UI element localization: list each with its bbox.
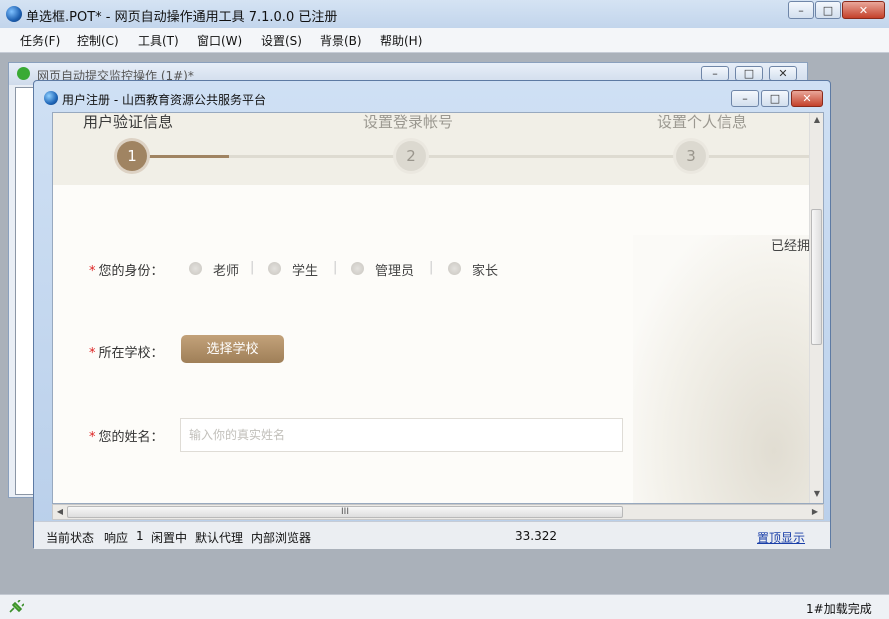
school-label-row: * 所在学校： (89, 342, 164, 361)
select-school-button[interactable]: 选择学校 (181, 335, 284, 363)
register-dialog: 用户注册 - 山西教育资源公共服务平台 – □ ✕ 用户验证信息 设置登录帐号 … (33, 80, 831, 549)
required-mark: * (89, 264, 96, 279)
web-content: 用户验证信息 设置登录帐号 设置个人信息 1 2 3 已经拥 * 您的身份： 老师… (52, 112, 824, 504)
vertical-scrollbar[interactable]: ▲ ▼ (809, 113, 823, 503)
decorative-background (633, 235, 809, 503)
registration-steps: 用户验证信息 设置登录帐号 设置个人信息 1 2 3 (53, 113, 809, 185)
dialog-minimize-button[interactable]: – (731, 90, 759, 107)
monitor-list[interactable] (15, 87, 35, 495)
step-progress (133, 155, 229, 158)
option-separator: | (250, 260, 255, 275)
menu-settings[interactable]: 设置(S) (261, 32, 302, 49)
scroll-up-icon[interactable]: ▲ (810, 113, 823, 127)
identity-label-row: * 您的身份： (89, 260, 164, 279)
app-titlebar: 单选框.POT* - 网页自动操作通用工具 7.1.0.0 已注册 – □ ✕ (0, 0, 889, 29)
radio-admin-label[interactable]: 管理员 (375, 260, 414, 279)
already-have-account-text: 已经拥 (771, 239, 811, 254)
menu-window[interactable]: 窗口(W) (197, 32, 242, 49)
scroll-right-icon[interactable]: ▶ (808, 505, 822, 519)
radio-teacher[interactable] (189, 262, 202, 275)
maximize-button[interactable]: □ (815, 1, 841, 19)
step-2-circle: 2 (396, 141, 426, 171)
name-label: 您的姓名： (98, 430, 164, 445)
minimize-button[interactable]: – (788, 1, 814, 19)
status-response-count: 1 (136, 529, 144, 543)
status-state: 当前状态 (46, 531, 95, 545)
required-mark: * (89, 346, 96, 361)
vertical-scroll-thumb[interactable] (811, 209, 822, 345)
option-separator: | (333, 260, 338, 275)
radio-admin[interactable] (351, 262, 364, 275)
load-status: 1#加载完成 (806, 602, 872, 616)
identity-label: 您的身份： (98, 264, 164, 279)
option-separator: | (429, 260, 434, 275)
horizontal-scroll-thumb[interactable]: III (67, 506, 623, 518)
name-label-row: * 您的姓名： (89, 426, 164, 445)
step-3-label: 设置个人信息 (657, 113, 748, 131)
close-button[interactable]: ✕ (842, 1, 885, 19)
plug-icon (9, 600, 24, 613)
menu-task[interactable]: 任务(F) (20, 32, 60, 49)
step-3-circle: 3 (676, 141, 706, 171)
horizontal-scrollbar[interactable]: ◀ III ▶ (52, 504, 824, 520)
check-circle-icon (17, 67, 30, 80)
step-2-label: 设置登录帐号 (363, 113, 454, 131)
scroll-left-icon[interactable]: ◀ (53, 505, 67, 519)
scroll-down-icon[interactable]: ▼ (810, 487, 823, 501)
name-input[interactable] (180, 418, 623, 452)
status-browser: 内部浏览器 (251, 531, 312, 545)
status-value: 33.322 (515, 529, 557, 543)
step-track (133, 155, 809, 158)
school-label: 所在学校： (98, 346, 164, 361)
menubar: 任务(F) 控制(C) 工具(T) 窗口(W) 设置(S) 背景(B) 帮助(H… (0, 28, 889, 53)
globe-icon (44, 91, 58, 105)
menu-control[interactable]: 控制(C) (77, 32, 119, 49)
dialog-maximize-button[interactable]: □ (761, 90, 789, 107)
app-title: 单选框.POT* - 网页自动操作通用工具 7.1.0.0 已注册 (26, 10, 338, 25)
monitor-minimize-button[interactable]: – (701, 66, 729, 81)
radio-student-label[interactable]: 学生 (292, 260, 318, 279)
status-idle: 闲置中 (151, 531, 188, 545)
globe-icon (6, 6, 22, 22)
monitor-maximize-button[interactable]: □ (735, 66, 763, 81)
dialog-status-bar: 当前状态 响应 1 闲置中 默认代理 内部浏览器 33.322 置顶显示 (34, 521, 830, 549)
status-proxy: 默认代理 (195, 531, 244, 545)
menu-background[interactable]: 背景(B) (320, 32, 362, 49)
menu-help[interactable]: 帮助(H) (380, 32, 422, 49)
radio-parent-label[interactable]: 家长 (472, 260, 498, 279)
required-mark: * (89, 430, 96, 445)
status-response: 响应 (104, 531, 129, 545)
step-1-label: 用户验证信息 (83, 113, 174, 131)
radio-parent[interactable] (448, 262, 461, 275)
menu-tools[interactable]: 工具(T) (138, 32, 179, 49)
pin-on-top-link[interactable]: 置顶显示 (757, 529, 805, 546)
app-status-bar: 1#加载完成 (0, 594, 889, 619)
radio-teacher-label[interactable]: 老师 (213, 260, 239, 279)
dialog-close-button[interactable]: ✕ (791, 90, 823, 107)
monitor-close-button[interactable]: ✕ (769, 66, 797, 81)
radio-student[interactable] (268, 262, 281, 275)
dialog-title: 用户注册 - 山西教育资源公共服务平台 (62, 93, 266, 107)
step-1-circle: 1 (117, 141, 147, 171)
